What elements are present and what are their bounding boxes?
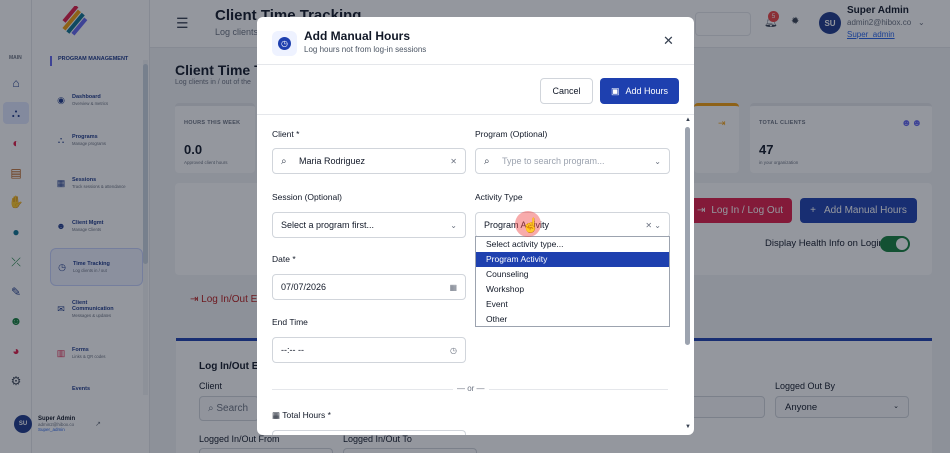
add-manual-hours-modal: ◷ Add Manual Hours Log hours not from lo… (257, 17, 694, 435)
modal-scroll-thumb[interactable] (685, 127, 690, 345)
date-label: Date * (272, 254, 296, 264)
client-label: Client * (272, 129, 300, 139)
client-input[interactable]: ⌕ Maria Rodriguez ✕ (272, 148, 466, 174)
total-hours-input[interactable] (272, 430, 466, 435)
clock-icon[interactable]: ◷ (450, 346, 457, 355)
calendar-icon[interactable]: ▦ (449, 283, 457, 292)
save-icon: ▣ (610, 85, 620, 96)
activity-type-select[interactable]: Program Activity ✕ ⌄ (475, 212, 670, 238)
end-time-input[interactable]: --:-- -- ◷ (272, 337, 466, 363)
clock-icon: ◷ (272, 31, 297, 56)
chevron-down-icon: ⌄ (654, 156, 661, 166)
scroll-down-icon[interactable]: ▼ (685, 424, 691, 430)
date-input[interactable]: 07/07/2026 ▦ (272, 274, 466, 300)
modal-subtitle: Log hours not from log-in sessions (304, 45, 427, 54)
session-select[interactable]: Select a program first... ⌄ (272, 212, 466, 238)
modal-title: Add Manual Hours (304, 29, 411, 43)
list-item[interactable]: Event (476, 297, 669, 312)
list-item[interactable]: Other (476, 312, 669, 327)
or-separator: — or — (453, 384, 489, 393)
activity-type-label: Activity Type (475, 192, 523, 202)
cancel-button[interactable]: Cancel (540, 78, 593, 104)
list-item[interactable]: Select activity type... (476, 237, 669, 252)
search-icon: ⌕ (281, 155, 287, 167)
list-item[interactable]: Program Activity (476, 252, 669, 267)
calculator-icon: ▦ (272, 410, 283, 420)
divider (257, 64, 694, 65)
chevron-down-icon: ⌄ (450, 220, 457, 230)
modal-scrollbar[interactable]: ▲ ▼ (684, 117, 692, 432)
divider (257, 114, 694, 115)
list-item[interactable]: Counseling (476, 267, 669, 282)
program-search-input[interactable]: ⌕ Type to search program... ⌄ (475, 148, 670, 174)
scroll-up-icon[interactable]: ▲ (685, 117, 691, 123)
close-icon[interactable]: ✕ (663, 33, 674, 49)
add-hours-button[interactable]: ▣ Add Hours (600, 78, 679, 104)
clear-icon[interactable]: ✕ ⌄ (645, 221, 661, 230)
program-label: Program (Optional) (475, 129, 548, 139)
activity-type-dropdown: Select activity type... Program Activity… (475, 236, 670, 327)
list-item[interactable]: Workshop (476, 282, 669, 297)
hand-cursor-icon: ☝ (522, 217, 540, 233)
search-icon: ⌕ (484, 155, 490, 167)
end-time-label: End Time (272, 317, 308, 327)
clear-icon[interactable]: ✕ (450, 157, 457, 166)
total-hours-label: ▦ Total Hours * (272, 410, 331, 420)
session-label: Session (Optional) (272, 192, 342, 202)
